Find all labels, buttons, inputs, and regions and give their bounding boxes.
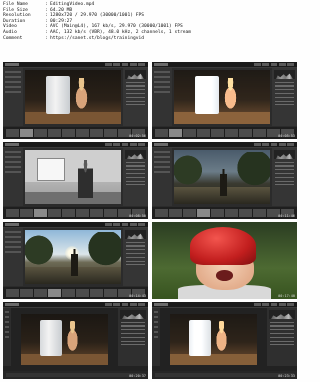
histogram xyxy=(125,230,146,239)
module-picker xyxy=(254,63,294,66)
timestamp: 00:02:56 xyxy=(129,134,146,138)
app-logo xyxy=(154,63,168,66)
timestamp: 00:17:40 xyxy=(278,294,295,298)
layers-panel xyxy=(118,308,148,366)
status-bar xyxy=(152,371,297,379)
module-picker xyxy=(105,143,145,146)
right-panel xyxy=(123,228,148,286)
module-picker xyxy=(105,63,145,66)
right-panel xyxy=(123,148,148,206)
app-logo xyxy=(5,143,19,146)
right-panel xyxy=(272,68,297,126)
photo-preview xyxy=(174,150,270,204)
photo-preview xyxy=(174,70,270,124)
app-logo xyxy=(154,143,168,146)
left-panel xyxy=(3,68,23,126)
module-picker xyxy=(105,303,145,306)
timestamp: 00:14:43 xyxy=(129,294,146,298)
histogram xyxy=(269,310,295,319)
filmstrip xyxy=(152,127,297,139)
histogram xyxy=(125,70,146,79)
histogram xyxy=(274,70,295,79)
app-logo xyxy=(5,63,19,66)
meta-row-comment: Comment: https://sanet.st/blogs/trainingv… xyxy=(3,36,297,42)
tools-panel xyxy=(152,308,160,366)
histogram xyxy=(274,150,295,159)
filmstrip xyxy=(3,207,148,219)
app-logo xyxy=(5,223,19,226)
tools-panel xyxy=(3,308,11,366)
timestamp: 00:08:50 xyxy=(129,214,146,218)
filmstrip xyxy=(152,207,297,219)
timestamp: 00:23:33 xyxy=(278,374,295,378)
thumbnail-grid: 00:02:56 00:05:53 00:08:50 00:11:46 00:1… xyxy=(3,62,297,380)
timestamp: 00:11:46 xyxy=(278,214,295,218)
thumbnail-8[interactable]: 00:23:33 xyxy=(152,302,297,379)
thumbnail-7[interactable]: 00:20:37 xyxy=(3,302,148,379)
app-logo xyxy=(5,303,19,306)
thumbnail-3[interactable]: 00:08:50 xyxy=(3,142,148,219)
photo-preview xyxy=(25,70,121,124)
photo-preview xyxy=(25,230,121,284)
timestamp: 00:05:53 xyxy=(278,134,295,138)
app-logo xyxy=(154,303,168,306)
layers-panel xyxy=(267,308,297,366)
photo-preview xyxy=(25,150,121,204)
photo-preview xyxy=(152,222,297,299)
left-panel xyxy=(3,148,23,206)
thumbnail-4[interactable]: 00:11:46 xyxy=(152,142,297,219)
filmstrip xyxy=(3,127,148,139)
thumbnail-2[interactable]: 00:05:53 xyxy=(152,62,297,139)
meta-value: https://sanet.st/blogs/trainingvid xyxy=(50,35,145,41)
left-panel xyxy=(152,68,172,126)
thumbnail-1[interactable]: 00:02:56 xyxy=(3,62,148,139)
status-bar xyxy=(3,371,148,379)
left-panel xyxy=(3,228,23,286)
meta-key: Comment xyxy=(3,35,23,41)
histogram xyxy=(120,310,146,319)
module-picker xyxy=(254,303,294,306)
right-panel xyxy=(272,148,297,206)
timestamp: 00:20:37 xyxy=(129,374,146,378)
left-panel xyxy=(152,148,172,206)
thumbnail-6[interactable]: 00:17:40 xyxy=(152,222,297,299)
right-panel xyxy=(123,68,148,126)
module-picker xyxy=(105,223,145,226)
photo-preview xyxy=(21,314,108,365)
module-picker xyxy=(254,143,294,146)
filmstrip xyxy=(3,287,148,299)
file-metadata: File Name: EditingVideo.mp4 File Size:64.… xyxy=(3,2,297,62)
photo-preview xyxy=(170,314,257,365)
histogram xyxy=(125,150,146,159)
thumbnail-5[interactable]: 00:14:43 xyxy=(3,222,148,299)
